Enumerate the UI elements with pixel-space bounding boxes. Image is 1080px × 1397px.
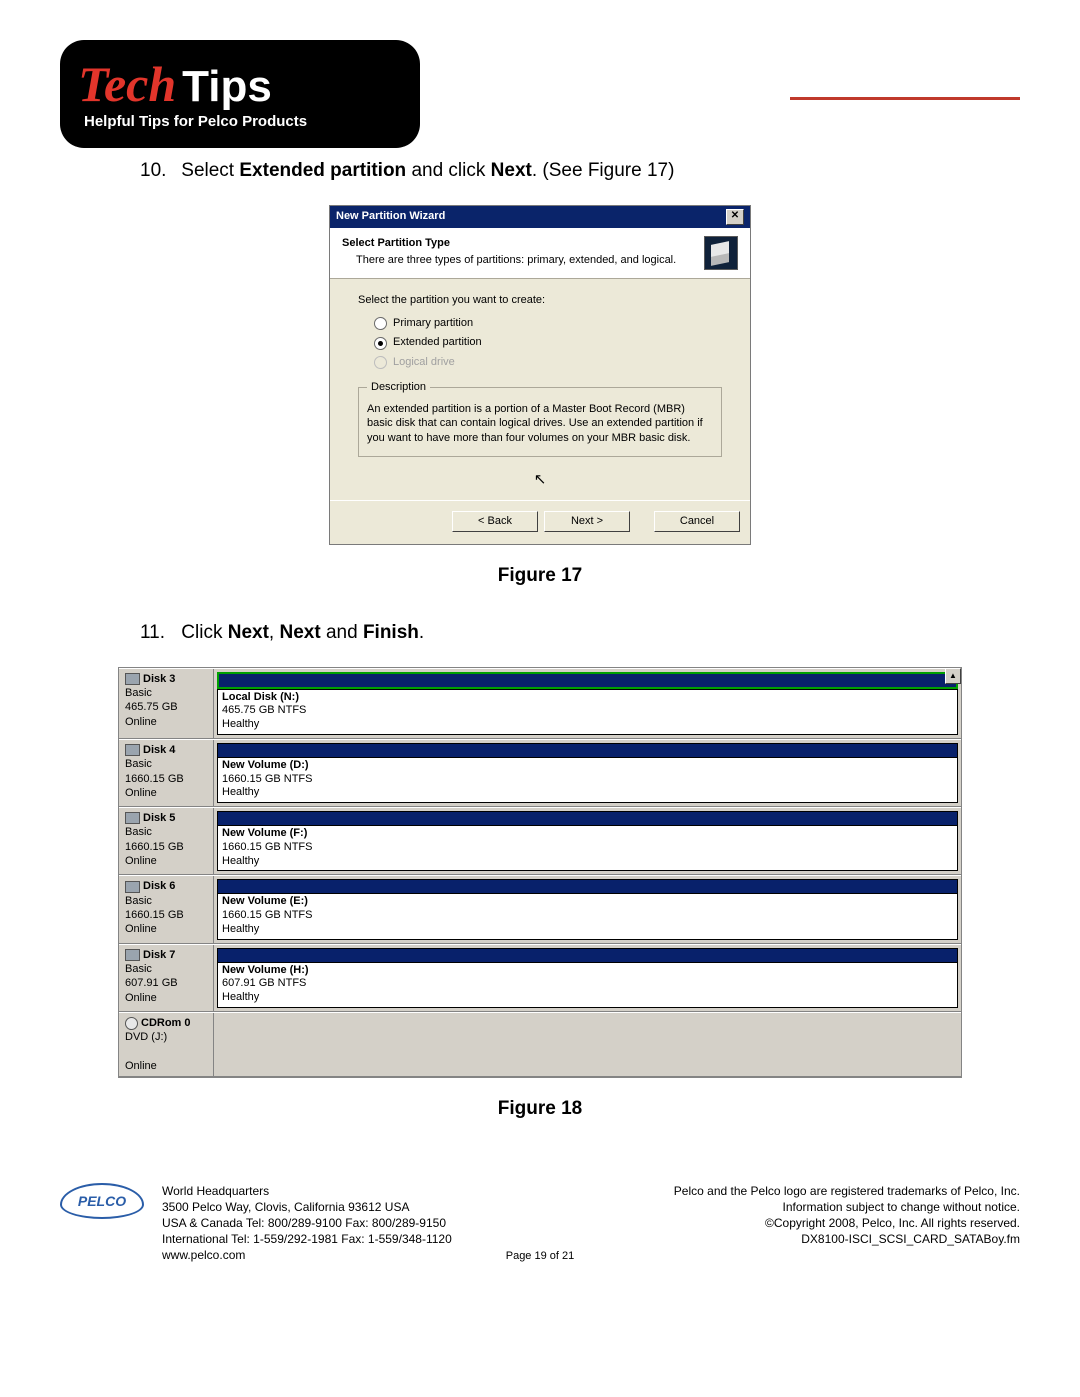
- disk-icon: [125, 1017, 138, 1030]
- disk-info: Disk 3Basic465.75 GBOnline: [119, 669, 214, 738]
- description-box: Description An extended partition is a p…: [358, 380, 722, 457]
- disk-row[interactable]: CDRom 0DVD (J:) Online: [119, 1012, 961, 1077]
- volume-area[interactable]: New Volume (F:)1660.15 GB NTFSHealthy: [214, 808, 961, 874]
- radio-icon: [374, 317, 387, 330]
- wizard-prompt: Select the partition you want to create:: [358, 293, 722, 308]
- volume-area[interactable]: New Volume (E:)1660.15 GB NTFSHealthy: [214, 876, 961, 942]
- step-11-num: 11.: [140, 620, 176, 647]
- step-10-num: 10.: [140, 158, 176, 185]
- header-rule: [790, 97, 1020, 100]
- cancel-button[interactable]: Cancel: [654, 511, 740, 532]
- techtips-logo: TechTips Helpful Tips for Pelco Products: [60, 40, 420, 148]
- back-button[interactable]: < Back: [452, 511, 538, 532]
- volume-header-bar: [217, 672, 958, 689]
- logo-subtitle: Helpful Tips for Pelco Products: [84, 113, 420, 130]
- description-legend: Description: [367, 380, 430, 395]
- disk-management-panel: Disk 3Basic465.75 GBOnlineLocal Disk (N:…: [118, 667, 962, 1078]
- partition-icon: [704, 236, 738, 270]
- volume-box[interactable]: Local Disk (N:)465.75 GB NTFSHealthy: [217, 689, 958, 735]
- disk-row[interactable]: Disk 5Basic1660.15 GBOnlineNew Volume (F…: [119, 807, 961, 875]
- logo-tips: Tips: [182, 62, 272, 111]
- disk-icon: [125, 949, 140, 961]
- wizard-header-title: Select Partition Type: [342, 236, 676, 251]
- volume-header-bar: [217, 879, 958, 893]
- volume-box[interactable]: New Volume (H:)607.91 GB NTFSHealthy: [217, 962, 958, 1008]
- cursor-icon: ↖: [358, 469, 722, 490]
- disk-icon: [125, 812, 140, 824]
- pelco-logo: PELCO: [60, 1183, 144, 1219]
- disk-icon: [125, 881, 140, 893]
- figure-17-caption: Figure 17: [60, 563, 1020, 590]
- disk-info: CDRom 0DVD (J:) Online: [119, 1013, 214, 1076]
- radio-icon: [374, 337, 387, 350]
- disk-row[interactable]: Disk 6Basic1660.15 GBOnlineNew Volume (E…: [119, 875, 961, 943]
- step-11: 11. Click Next, Next and Finish.: [140, 620, 1020, 647]
- volume-area[interactable]: New Volume (D:)1660.15 GB NTFSHealthy: [214, 740, 961, 806]
- footer-address: World Headquarters 3500 Pelco Way, Clovi…: [162, 1183, 656, 1264]
- volume-header-bar: [217, 743, 958, 757]
- wizard-title: New Partition Wizard: [336, 209, 445, 224]
- radio-icon: [374, 356, 387, 369]
- wizard-header-sub: There are three types of partitions: pri…: [356, 253, 676, 268]
- scroll-up-button[interactable]: [945, 668, 961, 684]
- volume-box[interactable]: New Volume (F:)1660.15 GB NTFSHealthy: [217, 825, 958, 871]
- volume-area[interactable]: Local Disk (N:)465.75 GB NTFSHealthy: [214, 669, 961, 738]
- disk-info: Disk 5Basic1660.15 GBOnline: [119, 808, 214, 874]
- disk-row[interactable]: Disk 4Basic1660.15 GBOnlineNew Volume (D…: [119, 739, 961, 807]
- volume-box[interactable]: New Volume (E:)1660.15 GB NTFSHealthy: [217, 893, 958, 939]
- footer-legal: Pelco and the Pelco logo are registered …: [674, 1183, 1020, 1248]
- logo-tech: Tech: [78, 56, 176, 112]
- next-button[interactable]: Next >: [544, 511, 630, 532]
- step-10: 10. Select Extended partition and click …: [140, 158, 1020, 185]
- volume-area[interactable]: New Volume (H:)607.91 GB NTFSHealthy: [214, 945, 961, 1011]
- new-partition-wizard: New Partition Wizard ✕ Select Partition …: [329, 205, 751, 546]
- radio-logical: Logical drive: [374, 355, 722, 370]
- disk-icon: [125, 673, 140, 685]
- volume-header-bar: [217, 948, 958, 962]
- radio-primary[interactable]: Primary partition: [374, 316, 722, 331]
- figure-18-caption: Figure 18: [60, 1096, 1020, 1123]
- disk-row[interactable]: Disk 7Basic607.91 GBOnlineNew Volume (H:…: [119, 944, 961, 1012]
- disk-info: Disk 4Basic1660.15 GBOnline: [119, 740, 214, 806]
- description-text: An extended partition is a portion of a …: [367, 402, 713, 447]
- disk-row[interactable]: Disk 3Basic465.75 GBOnlineLocal Disk (N:…: [119, 668, 961, 739]
- volume-area[interactable]: [214, 1013, 961, 1076]
- radio-extended[interactable]: Extended partition: [374, 335, 722, 350]
- wizard-titlebar[interactable]: New Partition Wizard ✕: [330, 206, 750, 228]
- disk-info: Disk 7Basic607.91 GBOnline: [119, 945, 214, 1011]
- disk-icon: [125, 744, 140, 756]
- volume-box[interactable]: New Volume (D:)1660.15 GB NTFSHealthy: [217, 757, 958, 803]
- disk-info: Disk 6Basic1660.15 GBOnline: [119, 876, 214, 942]
- page-number: Page 19 of 21: [506, 1250, 575, 1262]
- volume-header-bar: [217, 811, 958, 825]
- close-icon[interactable]: ✕: [726, 209, 744, 225]
